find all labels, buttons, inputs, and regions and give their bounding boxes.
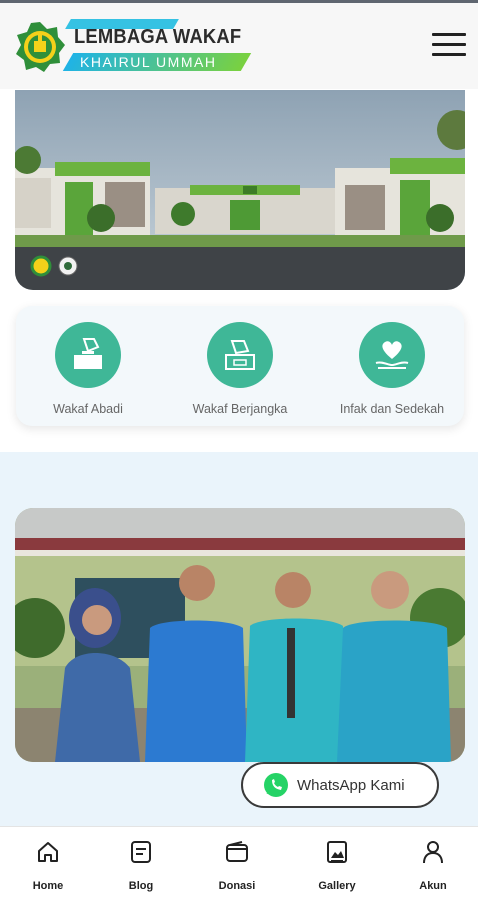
heart-hand-icon (359, 322, 425, 388)
brand-subtitle: KHAIRUL UMMAH (80, 54, 217, 70)
wallet-icon (226, 841, 248, 862)
nav-donasi[interactable]: Donasi (197, 839, 277, 892)
app-header: LEMBAGA WAKAF KHAIRUL UMMAH (0, 3, 478, 89)
service-label: Infak dan Sedekah (339, 402, 445, 416)
nav-label: Gallery (318, 880, 356, 892)
nav-akun[interactable]: Akun (393, 839, 473, 892)
services-card: Wakaf Abadi Wakaf Berjangka Infak dan Se… (16, 306, 464, 426)
brand-title: LEMBAGA WAKAF (74, 26, 242, 48)
service-label: Wakaf Abadi (53, 402, 123, 416)
gallery-icon (327, 841, 347, 863)
home-icon (38, 842, 58, 862)
service-wakaf-abadi[interactable]: Wakaf Abadi (18, 322, 158, 416)
ballot-box-icon (207, 322, 273, 388)
nav-label: Donasi (218, 880, 256, 892)
donation-box-icon (55, 322, 121, 388)
nav-label: Akun (419, 880, 447, 892)
whatsapp-button[interactable]: WhatsApp Kami (241, 762, 439, 808)
nav-label: Blog (128, 880, 154, 892)
emblem-icon (16, 22, 65, 72)
hamburger-menu-icon[interactable] (432, 33, 466, 57)
hero-banner-image (15, 90, 465, 290)
whatsapp-icon (264, 773, 288, 797)
brand-logo[interactable]: LEMBAGA WAKAF KHAIRUL UMMAH (14, 17, 252, 77)
team-photo (15, 508, 465, 762)
nav-home[interactable]: Home (8, 839, 88, 892)
service-infak-sedekah[interactable]: Infak dan Sedekah (322, 322, 462, 416)
user-icon (423, 841, 443, 864)
service-label: Wakaf Berjangka (192, 402, 288, 416)
nav-blog[interactable]: Blog (101, 839, 181, 892)
nav-gallery[interactable]: Gallery (297, 839, 377, 892)
service-wakaf-berjangka[interactable]: Wakaf Berjangka (170, 322, 310, 416)
whatsapp-label: WhatsApp Kami (297, 776, 405, 794)
blog-icon (131, 841, 151, 863)
bottom-navigation: Home Blog Donasi Gallery Akun (0, 826, 478, 900)
nav-label: Home (32, 880, 64, 892)
